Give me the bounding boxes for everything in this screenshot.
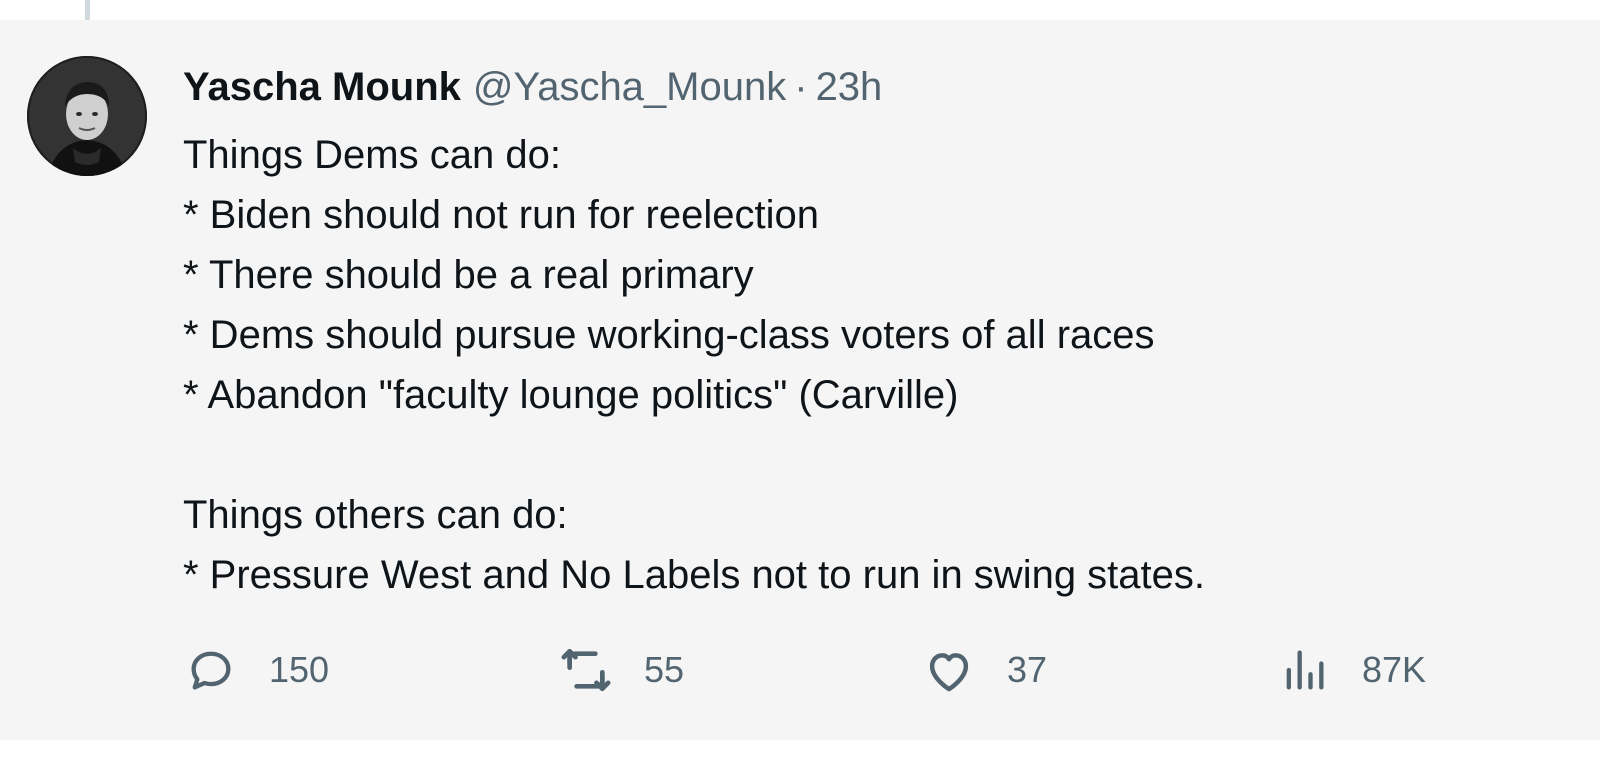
like-count: 37 [1007,649,1048,690]
tweet[interactable]: Yascha Mounk @Yascha_Mounk · 23h Things Dem… [0,20,1600,740]
views-count: 87K [1362,649,1427,690]
header-separator: · [794,65,808,109]
repost-count: 55 [644,649,685,690]
tweet-timestamp[interactable]: 23h [816,65,883,109]
repost-icon [558,642,614,698]
tweet-text-line: * Pressure West and No Labels not to run… [183,553,1206,597]
next-tweet-area [0,740,1600,760]
reply-button[interactable]: 150 [183,640,329,700]
author-handle[interactable]: @Yascha_Mounk [473,65,786,109]
tweet-text-line: * Dems should pursue working-class voter… [183,313,1155,357]
repost-button[interactable]: 55 [558,640,684,700]
tweet-text: Things Dems can do: * Biden should not r… [183,125,1563,605]
reply-count: 150 [269,649,330,690]
tweet-header: Yascha Mounk @Yascha_Mounk · 23h [183,62,882,112]
tweet-text-blank-line [183,425,1563,485]
avatar[interactable] [27,56,147,176]
tweet-text-line: Things others can do: [183,493,568,537]
tweet-text-line: Things Dems can do: [183,133,561,177]
tweet-text-line: * There should be a real primary [183,253,754,297]
views-button[interactable]: 87K [1276,640,1426,700]
avatar-image [27,56,147,176]
like-icon [921,642,977,698]
tweet-text-line: * Abandon "faculty lounge politics" (Car… [183,373,959,417]
like-button[interactable]: 37 [921,640,1047,700]
reply-icon [183,642,239,698]
views-icon [1276,642,1332,698]
tweet-actions-bar: 150 55 37 87K [0,640,1600,700]
author-name[interactable]: Yascha Mounk [183,65,461,109]
tweet-text-line: * Biden should not run for reelection [183,193,819,237]
previous-tweet-area [0,0,1600,20]
